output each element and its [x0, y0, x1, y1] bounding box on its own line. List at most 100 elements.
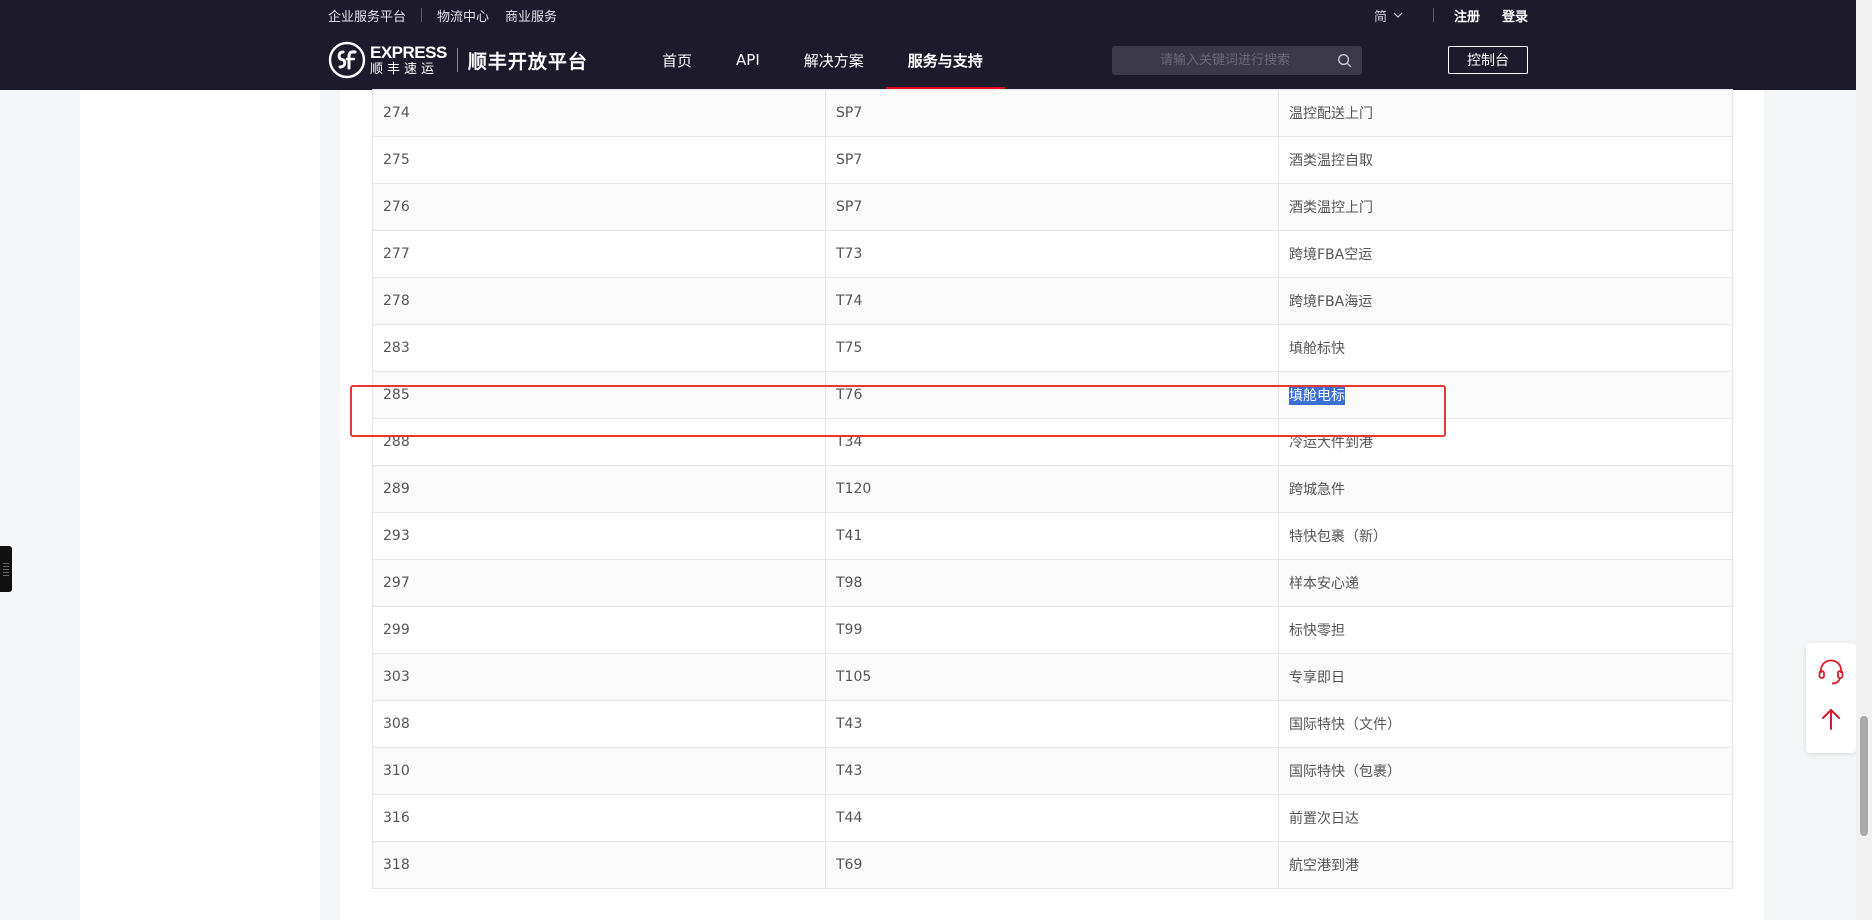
utility-right-links: 简 注册 登录: [1374, 0, 1528, 30]
product-code-cell: 283: [372, 324, 826, 372]
search-input[interactable]: [1112, 46, 1327, 75]
search-box: [1112, 46, 1362, 75]
logistics-center-link[interactable]: 物流中心: [437, 6, 489, 25]
table-row: 297 T98 样本安心递: [372, 559, 1733, 607]
product-code-cell: 276: [372, 183, 826, 231]
language-selector[interactable]: 简: [1374, 6, 1403, 25]
product-code-cell: 299: [372, 606, 826, 654]
product-type-cell: T74: [825, 277, 1279, 325]
product-name-cell: 前置次日达: [1278, 794, 1733, 842]
product-code-cell: 277: [372, 230, 826, 278]
product-type-cell: T99: [825, 606, 1279, 654]
logo-express-text: EXPRESS: [370, 43, 447, 62]
logo-divider: [456, 48, 458, 72]
product-code-cell: 316: [372, 794, 826, 842]
product-name-cell: 酒类温控自取: [1278, 136, 1733, 184]
selected-text: 填舱电标: [1289, 387, 1345, 405]
headset-icon: [1818, 659, 1844, 685]
product-type-cell: T43: [825, 747, 1279, 795]
table-row: 293 T41 特快包裹（新）: [372, 512, 1733, 560]
nav-service-support[interactable]: 服务与支持: [885, 30, 1005, 90]
platform-name: 顺丰开放平台: [467, 50, 588, 73]
logo-text: EXPRESS 顺丰速运: [370, 44, 447, 76]
table-row: 303 T105 专享即日: [372, 653, 1733, 701]
table-row: 299 T99 标快零担: [372, 606, 1733, 654]
product-name-cell: 特快包裹（新）: [1278, 512, 1733, 560]
table-row: 285 T76 填舱电标: [372, 371, 1733, 419]
utility-left-links: 企业服务平台 物流中心 商业服务: [328, 0, 557, 30]
product-type-cell: T98: [825, 559, 1279, 607]
product-name-cell: 跨城急件: [1278, 465, 1733, 513]
search-icon[interactable]: [1337, 53, 1352, 68]
table-row: 274 SP7 温控配送上门: [372, 89, 1733, 137]
product-type-cell: T73: [825, 230, 1279, 278]
product-type-cell: SP7: [825, 183, 1279, 231]
product-type-cell: SP7: [825, 89, 1279, 137]
table-row: 275 SP7 酒类温控自取: [372, 136, 1733, 184]
nav-solutions[interactable]: 解决方案: [782, 30, 886, 90]
product-name-cell: 酒类温控上门: [1278, 183, 1733, 231]
enterprise-platform-link[interactable]: 企业服务平台: [328, 6, 406, 25]
edge-drawer-tab[interactable]: [0, 546, 12, 592]
product-code-cell: 303: [372, 653, 826, 701]
product-name-cell: 填舱电标: [1278, 371, 1733, 419]
table-row: 308 T43 国际特快（文件）: [372, 700, 1733, 748]
table-row: 288 T34 冷运大件到港: [372, 418, 1733, 466]
product-type-cell: T44: [825, 794, 1279, 842]
business-service-link[interactable]: 商业服务: [505, 6, 557, 25]
edge-tab-line: [3, 572, 9, 573]
product-type-cell: T120: [825, 465, 1279, 513]
edge-tab-line: [3, 575, 9, 576]
table-row: 283 T75 填舱标快: [372, 324, 1733, 372]
table-row: 289 T120 跨城急件: [372, 465, 1733, 513]
product-code-cell: 285: [372, 371, 826, 419]
product-type-cell: T75: [825, 324, 1279, 372]
scrollbar-thumb[interactable]: [1860, 716, 1868, 836]
page-scrollbar[interactable]: [1856, 0, 1872, 920]
language-label: 简: [1373, 9, 1387, 25]
nav-api[interactable]: API: [714, 30, 782, 90]
sf-logo-icon: [328, 41, 366, 79]
product-code-cell: 293: [372, 512, 826, 560]
product-code-cell: 297: [372, 559, 826, 607]
console-button[interactable]: 控制台: [1448, 46, 1528, 74]
arrow-up-icon: [1822, 709, 1840, 730]
edge-tab-line: [3, 569, 9, 570]
nav-home[interactable]: 首页: [640, 30, 714, 90]
utility-bar: 企业服务平台 物流中心 商业服务 简 注册 登录: [0, 0, 1856, 30]
product-name-cell: 国际特快（包裹）: [1278, 747, 1733, 795]
product-type-cell: T69: [825, 841, 1279, 889]
product-name-cell: 标快零担: [1278, 606, 1733, 654]
product-type-cell: T34: [825, 418, 1279, 466]
product-code-cell: 275: [372, 136, 826, 184]
logo-sf-express-cn: 顺丰速运: [370, 62, 439, 77]
product-code-cell: 318: [372, 841, 826, 889]
table-row: 276 SP7 酒类温控上门: [372, 183, 1733, 231]
primary-navigation: 首页 API 解决方案 服务与支持: [640, 30, 1005, 90]
main-nav: EXPRESS 顺丰速运 顺丰开放平台 首页 API 解决方案 服务与支持 控制…: [0, 30, 1856, 90]
utility-divider: [1432, 8, 1434, 22]
customer-service-button[interactable]: [1816, 657, 1846, 687]
floating-side-widget: [1806, 643, 1856, 753]
product-type-cell: T41: [825, 512, 1279, 560]
product-name-cell: 国际特快（文件）: [1278, 700, 1733, 748]
edge-tab-line: [3, 563, 9, 564]
back-to-top-button[interactable]: [1816, 704, 1846, 734]
product-name-cell: 温控配送上门: [1278, 89, 1733, 137]
product-code-cell: 288: [372, 418, 826, 466]
product-name-cell: 跨境FBA空运: [1278, 230, 1733, 278]
product-type-cell: T105: [825, 653, 1279, 701]
login-link[interactable]: 登录: [1502, 6, 1528, 25]
left-sidebar-panel: [80, 90, 320, 920]
product-name-cell: 填舱标快: [1278, 324, 1733, 372]
product-code-cell: 308: [372, 700, 826, 748]
product-type-cell: T76: [825, 371, 1279, 419]
sf-logo[interactable]: EXPRESS 顺丰速运 顺丰开放平台: [328, 39, 588, 81]
product-code-cell: 310: [372, 747, 826, 795]
product-type-cell: T43: [825, 700, 1279, 748]
register-link[interactable]: 注册: [1454, 6, 1480, 25]
product-name-cell: 样本安心递: [1278, 559, 1733, 607]
utility-divider: [421, 8, 423, 22]
table-row: 316 T44 前置次日达: [372, 794, 1733, 842]
product-code-cell: 278: [372, 277, 826, 325]
